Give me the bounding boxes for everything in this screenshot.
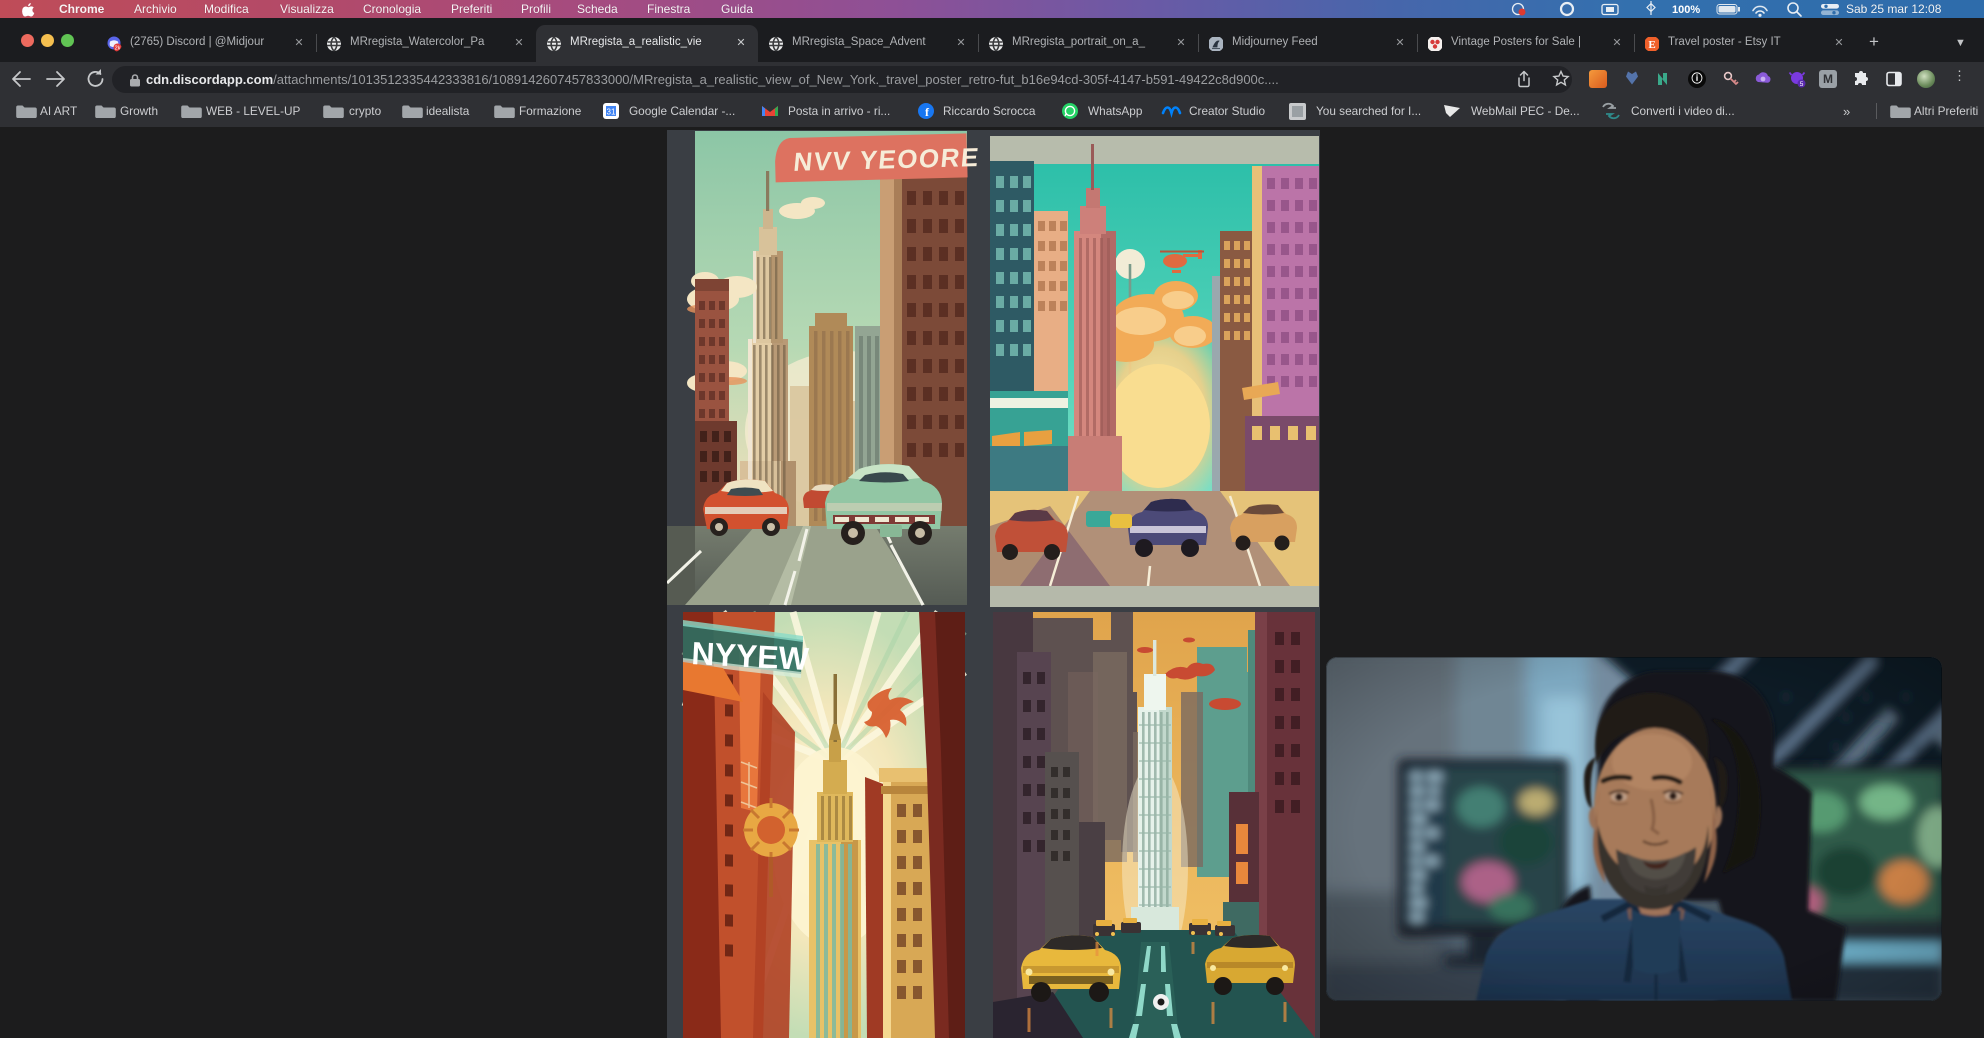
svg-text:5: 5 (1800, 81, 1804, 88)
svg-text:100%: 100% (1672, 4, 1700, 16)
svg-text:31: 31 (607, 108, 616, 117)
svg-text:NVV YEOORE: NVV YEOORE (792, 142, 981, 177)
svg-text:NYYEW: NYYEW (691, 635, 811, 677)
svg-text:»: » (1843, 104, 1850, 119)
svg-text:E: E (1648, 39, 1655, 51)
svg-text:2k: 2k (115, 46, 121, 52)
